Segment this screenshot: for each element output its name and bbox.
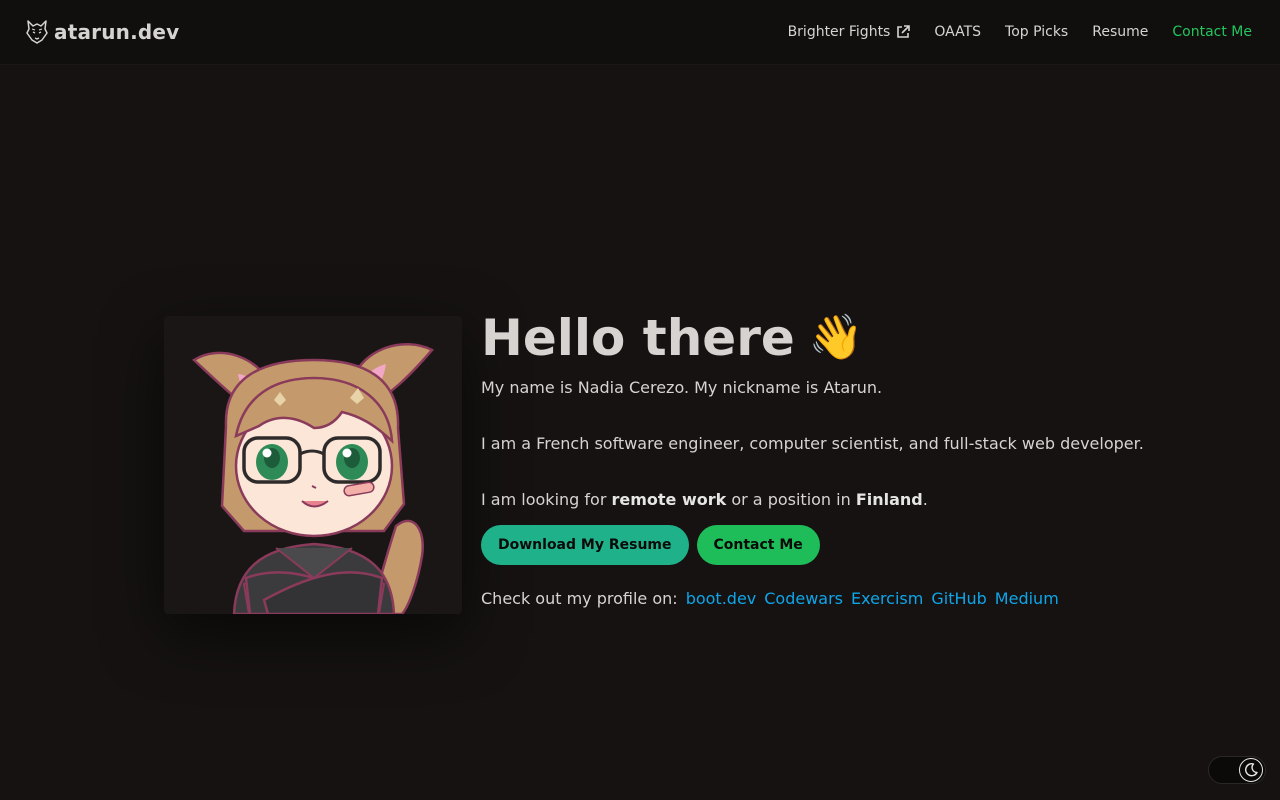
looking-suffix: . xyxy=(922,490,928,509)
nav-link-oaats[interactable]: OAATS xyxy=(934,24,981,40)
nav-link-label: Brighter Fights xyxy=(787,24,891,40)
profile-link-bootdev[interactable]: boot.dev xyxy=(686,589,757,608)
role-text: I am a French software engineer, compute… xyxy=(481,434,1144,453)
profile-link-medium[interactable]: Medium xyxy=(995,589,1059,608)
profiles-label: Check out my profile on: xyxy=(481,589,678,608)
profile-link-codewars[interactable]: Codewars xyxy=(764,589,843,608)
navbar: atarun.dev Brighter Fights OAATS Top Pic… xyxy=(0,0,1280,65)
nav-link-resume[interactable]: Resume xyxy=(1092,24,1148,40)
contact-me-button[interactable]: Contact Me xyxy=(696,525,820,565)
nav-link-top-picks[interactable]: Top Picks xyxy=(1005,24,1068,40)
title-text: Hello there xyxy=(481,309,795,367)
page-title: Hello there 👋 xyxy=(481,310,1161,366)
profiles-row: Check out my profile on: boot.dev Codewa… xyxy=(481,589,1161,608)
theme-toggle[interactable] xyxy=(1208,756,1266,784)
looking-text: I am looking for remote work or a positi… xyxy=(481,488,1161,512)
external-link-icon xyxy=(896,25,911,39)
avatar xyxy=(164,316,462,614)
hero-content: Hello there 👋 My name is Nadia Cerezo. M… xyxy=(481,310,1161,608)
waving-hand-icon: 👋 xyxy=(808,312,864,363)
looking-remote-work: remote work xyxy=(611,490,727,509)
brand-link[interactable]: atarun.dev xyxy=(26,20,179,44)
profile-link-github[interactable]: GitHub xyxy=(931,589,986,608)
nav-link-brighter-fights[interactable]: Brighter Fights xyxy=(788,24,911,40)
looking-finland: Finland xyxy=(855,490,923,509)
brand-name: atarun.dev xyxy=(54,20,180,44)
intro-text: My name is Nadia Cerezo. My nickname is … xyxy=(481,378,883,397)
hero-buttons: Download My Resume Contact Me xyxy=(481,525,1161,565)
profile-link-exercism[interactable]: Exercism xyxy=(851,589,923,608)
nav-links: Brighter Fights OAATS Top Picks Resume C… xyxy=(788,24,1252,40)
download-resume-button[interactable]: Download My Resume xyxy=(481,525,689,565)
looking-middle: or a position in xyxy=(726,490,856,509)
nav-link-contact[interactable]: Contact Me xyxy=(1172,24,1252,40)
hero-section: Hello there 👋 My name is Nadia Cerezo. M… xyxy=(164,310,1144,630)
wolf-icon xyxy=(26,20,48,44)
moon-icon xyxy=(1239,758,1263,782)
looking-prefix: I am looking for xyxy=(481,490,612,509)
